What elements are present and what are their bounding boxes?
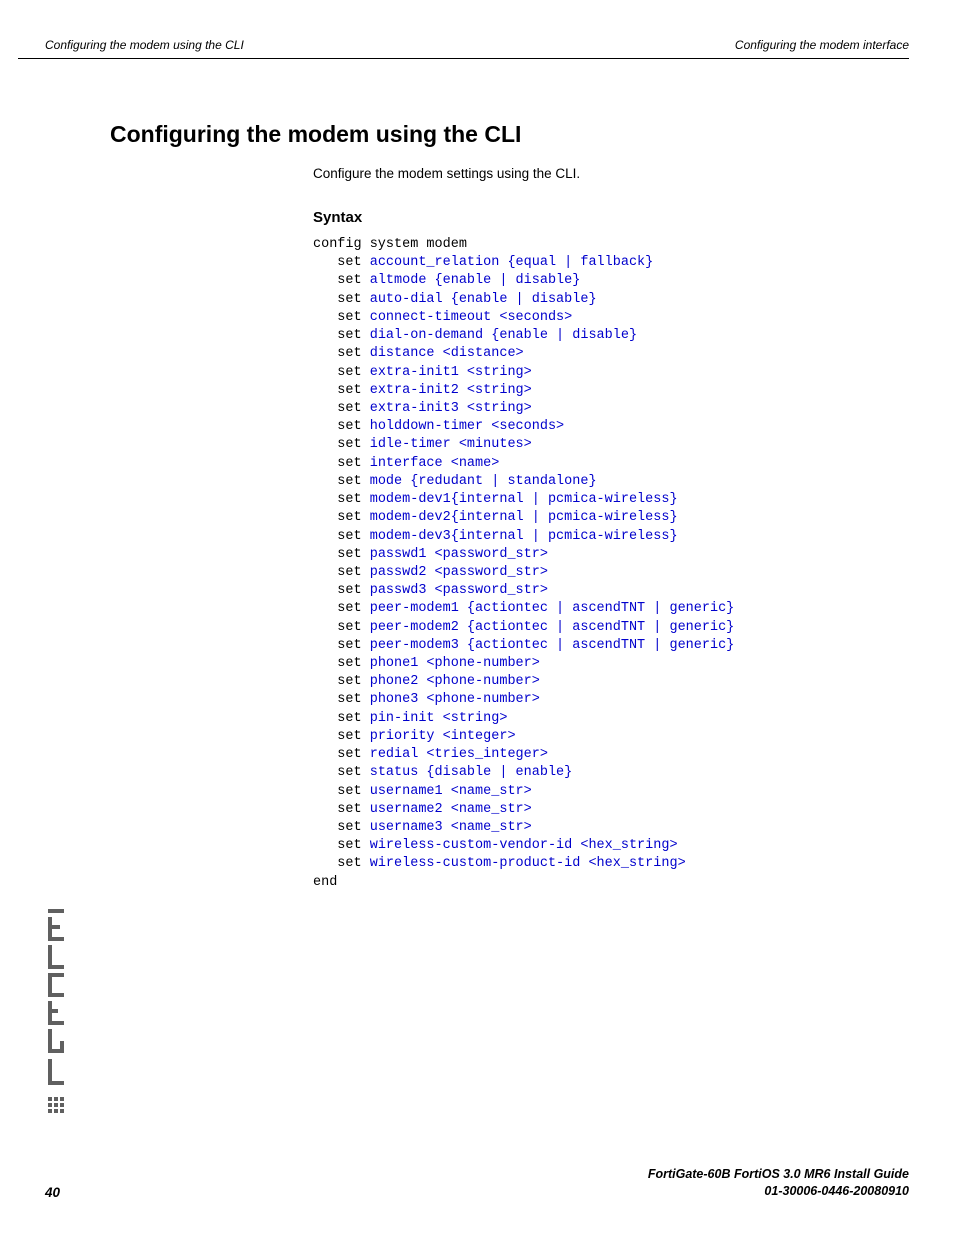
heading-1: Configuring the modem using the CLI xyxy=(110,121,909,148)
header-right-text: Configuring the modem interface xyxy=(735,38,909,52)
footer-doc-id: 01-30006-0446-20080910 xyxy=(648,1183,909,1200)
syntax-heading: Syntax xyxy=(313,209,909,226)
intro-paragraph: Configure the modem settings using the C… xyxy=(313,166,909,181)
footer-guide-title: FortiGate-60B FortiOS 3.0 MR6 Install Gu… xyxy=(648,1166,909,1183)
page-number: 40 xyxy=(45,1185,60,1200)
header-left-text: Configuring the modem using the CLI xyxy=(45,38,244,52)
page-header: Configuring the modem using the CLI Conf… xyxy=(0,0,954,58)
page-footer: 40 FortiGate-60B FortiOS 3.0 MR6 Install… xyxy=(0,1166,954,1200)
main-content: Configuring the modem using the CLI Conf… xyxy=(0,59,954,892)
fortinet-logo-watermark xyxy=(48,909,70,1115)
code-block: config system modem set account_relation… xyxy=(313,236,909,892)
footer-right: FortiGate-60B FortiOS 3.0 MR6 Install Gu… xyxy=(648,1166,909,1200)
